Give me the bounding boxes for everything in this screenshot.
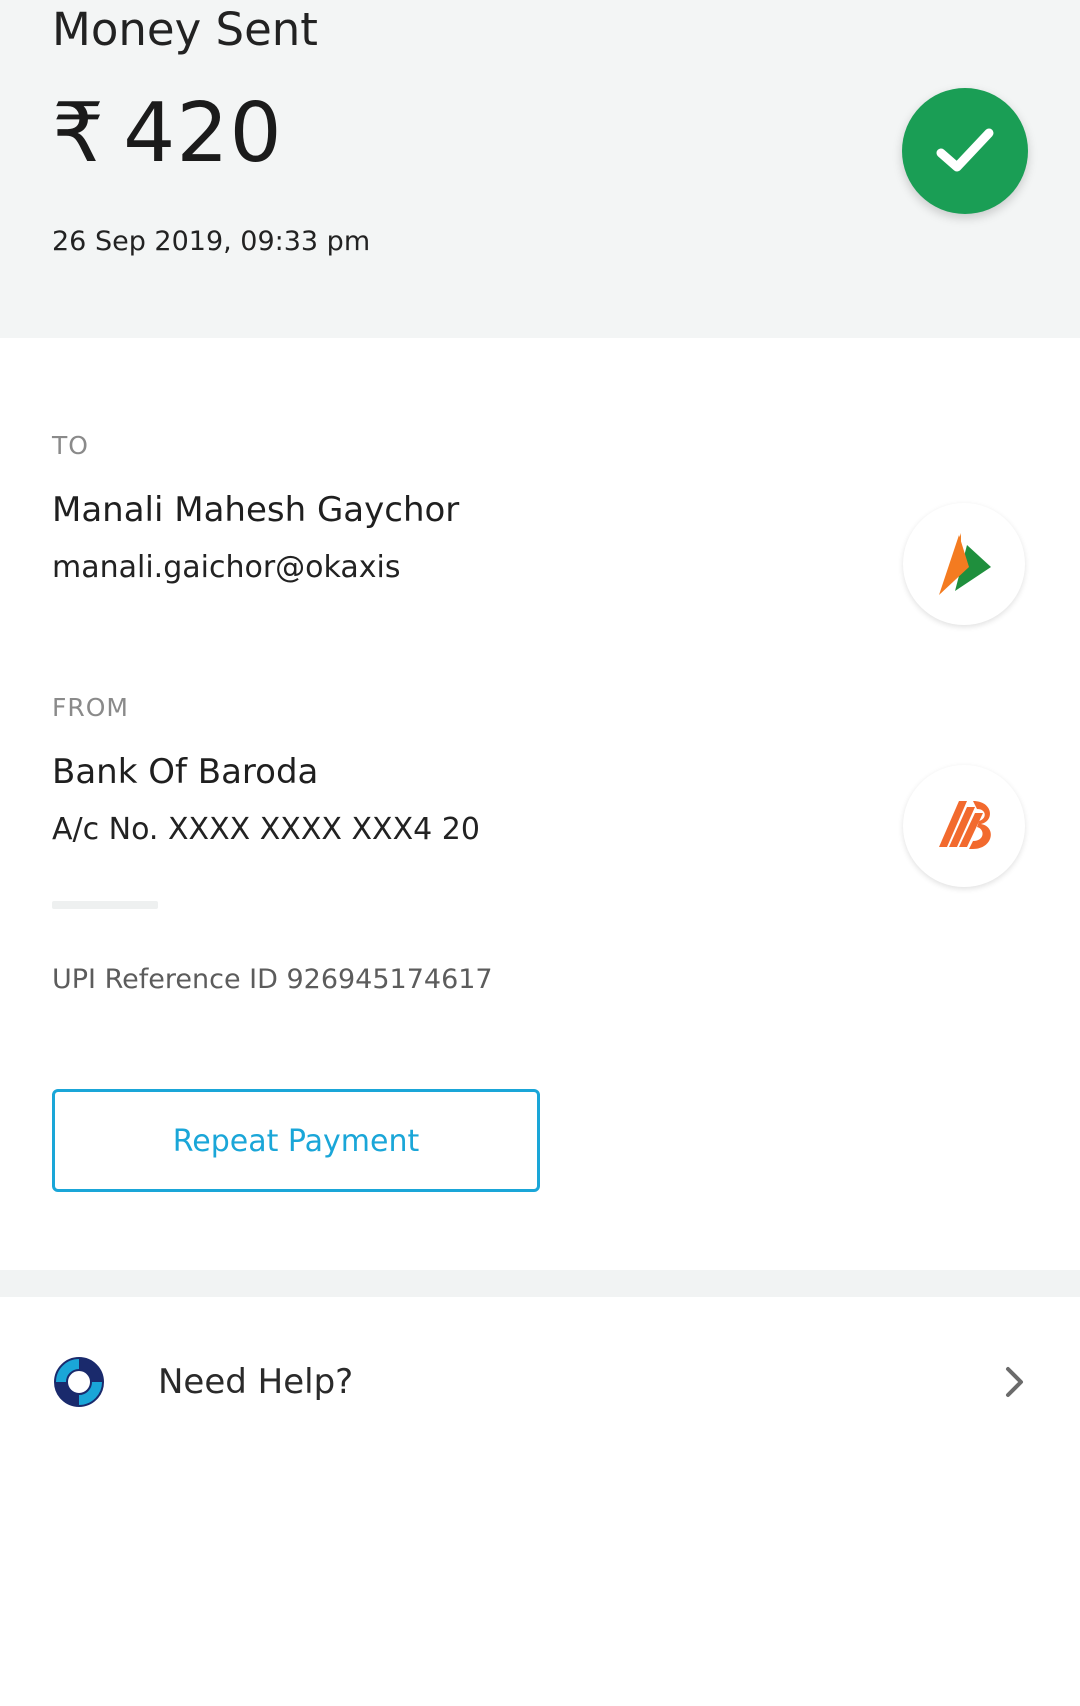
section-divider [0,1270,1080,1297]
transaction-header: Money Sent ₹420 26 Sep 2019, 09:33 pm [0,0,1080,338]
bank-of-baroda-logo-icon [903,765,1025,887]
account-number: A/c No. XXXX XXXX XXX4 20 [52,812,480,847]
chevron-right-icon [1003,1365,1027,1399]
repeat-payment-button[interactable]: Repeat Payment [52,1089,540,1192]
bank-name: Bank Of Baroda [52,752,319,792]
from-label: FROM [52,693,129,722]
divider [52,901,158,909]
currency-symbol: ₹ [52,86,106,181]
page-title: Money Sent [52,3,318,56]
success-check-icon [902,88,1028,214]
bhim-upi-logo-icon [903,503,1025,625]
need-help-label: Need Help? [158,1362,354,1402]
amount-value: 420 [123,86,283,181]
recipient-upi-id: manali.gaichor@okaxis [52,550,401,585]
lifebuoy-icon [52,1355,106,1409]
to-label: TO [52,431,89,460]
upi-reference-id: UPI Reference ID 926945174617 [52,964,493,995]
transaction-datetime: 26 Sep 2019, 09:33 pm [52,226,371,257]
need-help-row[interactable]: Need Help? [0,1327,1080,1437]
recipient-name: Manali Mahesh Gaychor [52,490,460,530]
amount-display: ₹420 [52,84,283,184]
